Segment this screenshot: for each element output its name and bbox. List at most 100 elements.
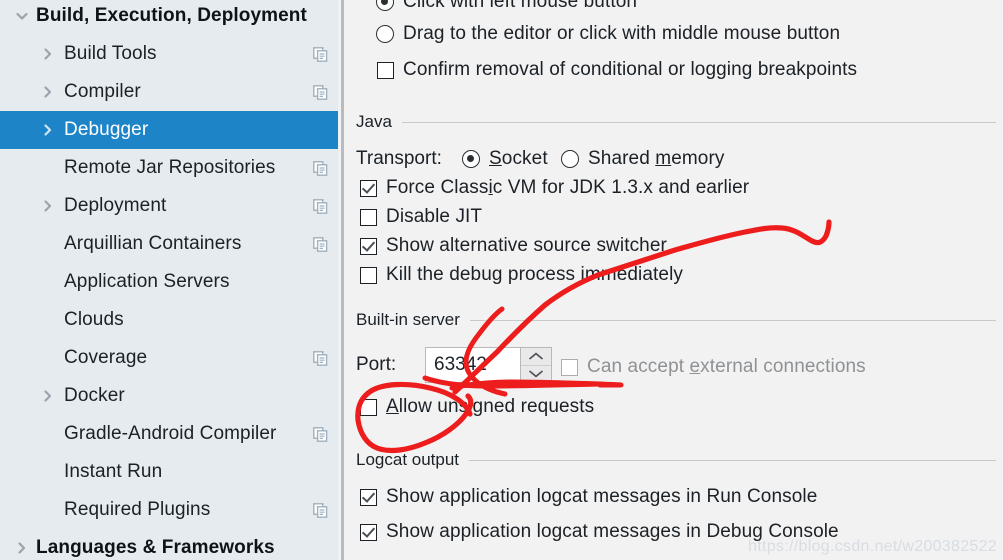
checkbox-label-kill-debug-process: Kill the debug process immediately <box>386 264 683 285</box>
chevron-right-icon[interactable] <box>40 46 56 62</box>
copy-settings-icon[interactable] <box>313 160 328 176</box>
checkbox-disable-jit[interactable] <box>360 208 377 226</box>
checkbox-row-disable-jit[interactable]: Disable JIT <box>360 206 482 228</box>
sidebar-item-label: Debugger <box>64 119 149 140</box>
sidebar-item-label: Instant Run <box>64 461 163 482</box>
chevron-right-icon[interactable] <box>40 388 56 404</box>
checkbox-show-alternative-source-switcher[interactable] <box>360 237 377 255</box>
debugger-settings-panel: Click with left mouse button Drag to the… <box>346 0 1003 560</box>
radio-label-drag-to-editor: Drag to the editor or click with middle … <box>403 23 841 44</box>
port-spinner-field[interactable] <box>425 347 552 383</box>
copy-settings-icon[interactable] <box>313 426 328 442</box>
checkbox-can-accept-external[interactable] <box>561 358 578 376</box>
sidebar-item-application-servers[interactable]: Application Servers <box>0 263 338 301</box>
checkbox-label-confirm-removal: Confirm removal of conditional or loggin… <box>403 59 858 80</box>
radio-label-shared-memory: Shared memory <box>588 148 725 169</box>
sidebar-item-debugger[interactable]: Debugger <box>0 111 338 149</box>
sidebar-item-build-tools[interactable]: Build Tools <box>0 35 338 73</box>
section-rule-logcat <box>469 459 996 461</box>
checkbox-kill-debug-process[interactable] <box>360 266 377 284</box>
radio-row-shared-memory[interactable]: Shared memory <box>561 148 724 170</box>
checkbox-label-can-accept-external: Can accept external connections <box>587 356 866 377</box>
section-header-logcat: Logcat output <box>356 450 996 470</box>
checkbox-force-classic-vm[interactable] <box>360 179 377 197</box>
radio-socket[interactable] <box>462 150 480 168</box>
sidebar-item-label: Arquillian Containers <box>64 233 242 254</box>
radio-drag-to-editor[interactable] <box>376 25 394 43</box>
section-title-builtin-server: Built-in server <box>356 310 460 329</box>
sidebar-item-label: Languages & Frameworks <box>36 537 275 558</box>
checkbox-row-can-accept-external[interactable]: Can accept external connections <box>561 356 866 378</box>
chevron-right-icon[interactable] <box>40 198 56 214</box>
sidebar-item-languages-frameworks[interactable]: Languages & Frameworks <box>0 529 338 560</box>
sidebar-item-label: Build, Execution, Deployment <box>36 5 307 26</box>
copy-settings-icon[interactable] <box>313 236 328 252</box>
checkbox-label-force-classic-vm: Force Classic VM for JDK 1.3.x and earli… <box>386 177 750 198</box>
copy-settings-icon[interactable] <box>313 198 328 214</box>
sidebar-item-label: Docker <box>64 385 125 406</box>
sidebar-item-docker[interactable]: Docker <box>0 377 338 415</box>
port-increment-button[interactable] <box>521 348 551 366</box>
port-stepper[interactable] <box>520 347 552 383</box>
checkbox-label-logcat-run-console: Show application logcat messages in Run … <box>386 486 818 507</box>
radio-row-click-left-mouse[interactable]: Click with left mouse button <box>376 0 637 13</box>
copy-settings-icon[interactable] <box>313 84 328 100</box>
sidebar-item-label: Application Servers <box>64 271 230 292</box>
checkbox-logcat-run-console[interactable] <box>360 488 377 506</box>
sidebar-item-required-plugins[interactable]: Required Plugins <box>0 491 338 529</box>
watermark-text: https://blog.csdn.net/w200382522 <box>748 538 997 555</box>
checkbox-row-confirm-removal[interactable]: Confirm removal of conditional or loggin… <box>377 59 857 81</box>
settings-dialog: Build, Execution, Deployment Build Tools C… <box>0 0 1003 560</box>
copy-settings-icon[interactable] <box>313 502 328 518</box>
sidebar-item-label: Coverage <box>64 347 148 368</box>
copy-settings-icon[interactable] <box>313 46 328 62</box>
radio-row-drag-to-editor[interactable]: Drag to the editor or click with middle … <box>376 23 840 45</box>
sidebar-item-compiler[interactable]: Compiler <box>0 73 338 111</box>
checkbox-label-allow-unsigned-requests: Allow unsigned requests <box>386 396 595 417</box>
sidebar-item-build-execution-deployment[interactable]: Build, Execution, Deployment <box>0 0 338 35</box>
chevron-right-icon[interactable] <box>40 122 56 138</box>
sidebar-item-instant-run[interactable]: Instant Run <box>0 453 338 491</box>
settings-tree-sidebar[interactable]: Build, Execution, Deployment Build Tools C… <box>0 0 338 560</box>
sidebar-item-label: Build Tools <box>64 43 157 64</box>
section-rule-builtin-server <box>469 319 996 321</box>
sidebar-item-gradle-android-compiler[interactable]: Gradle-Android Compiler <box>0 415 338 453</box>
sidebar-item-remote-jar-repositories[interactable]: Remote Jar Repositories <box>0 149 338 187</box>
radio-label-click-left-mouse: Click with left mouse button <box>403 0 638 12</box>
port-decrement-button[interactable] <box>521 365 551 382</box>
checkbox-row-kill-debug-process[interactable]: Kill the debug process immediately <box>360 264 683 286</box>
chevron-down-icon[interactable] <box>14 8 30 24</box>
checkbox-confirm-removal[interactable] <box>377 61 394 79</box>
sidebar-item-deployment[interactable]: Deployment <box>0 187 338 225</box>
copy-settings-icon[interactable] <box>313 350 328 366</box>
checkbox-allow-unsigned-requests[interactable] <box>360 398 377 416</box>
sidebar-item-clouds[interactable]: Clouds <box>0 301 338 339</box>
port-label: Port: <box>356 354 397 375</box>
checkbox-row-logcat-run-console[interactable]: Show application logcat messages in Run … <box>360 486 817 508</box>
chevron-right-icon[interactable] <box>40 84 56 100</box>
radio-shared-memory[interactable] <box>561 150 579 168</box>
checkbox-label-disable-jit: Disable JIT <box>386 206 483 227</box>
section-header-builtin-server: Built-in server <box>356 310 996 330</box>
sidebar-item-label: Required Plugins <box>64 499 211 520</box>
section-rule-java <box>401 121 996 123</box>
section-title-java: Java <box>356 112 392 131</box>
checkbox-label-show-alternative-source-switcher: Show alternative source switcher <box>386 235 667 256</box>
sidebar-resize-divider[interactable] <box>338 0 346 560</box>
sidebar-item-label: Gradle-Android Compiler <box>64 423 277 444</box>
sidebar-item-coverage[interactable]: Coverage <box>0 339 338 377</box>
section-title-logcat: Logcat output <box>356 450 460 469</box>
radio-click-left-mouse[interactable] <box>376 0 394 11</box>
radio-label-socket: Socket <box>489 148 548 169</box>
sidebar-item-label: Compiler <box>64 81 141 102</box>
checkbox-row-force-classic-vm[interactable]: Force Classic VM for JDK 1.3.x and earli… <box>360 177 749 199</box>
chevron-right-icon[interactable] <box>14 540 30 556</box>
sidebar-item-label: Deployment <box>64 195 167 216</box>
sidebar-item-arquillian-containers[interactable]: Arquillian Containers <box>0 225 338 263</box>
port-input[interactable] <box>425 347 520 383</box>
sidebar-item-label: Remote Jar Repositories <box>64 157 276 178</box>
checkbox-logcat-debug-console[interactable] <box>360 523 377 541</box>
radio-row-socket[interactable]: Socket <box>462 148 548 170</box>
checkbox-row-allow-unsigned-requests[interactable]: Allow unsigned requests <box>360 396 594 418</box>
checkbox-row-show-alternative-source-switcher[interactable]: Show alternative source switcher <box>360 235 667 257</box>
